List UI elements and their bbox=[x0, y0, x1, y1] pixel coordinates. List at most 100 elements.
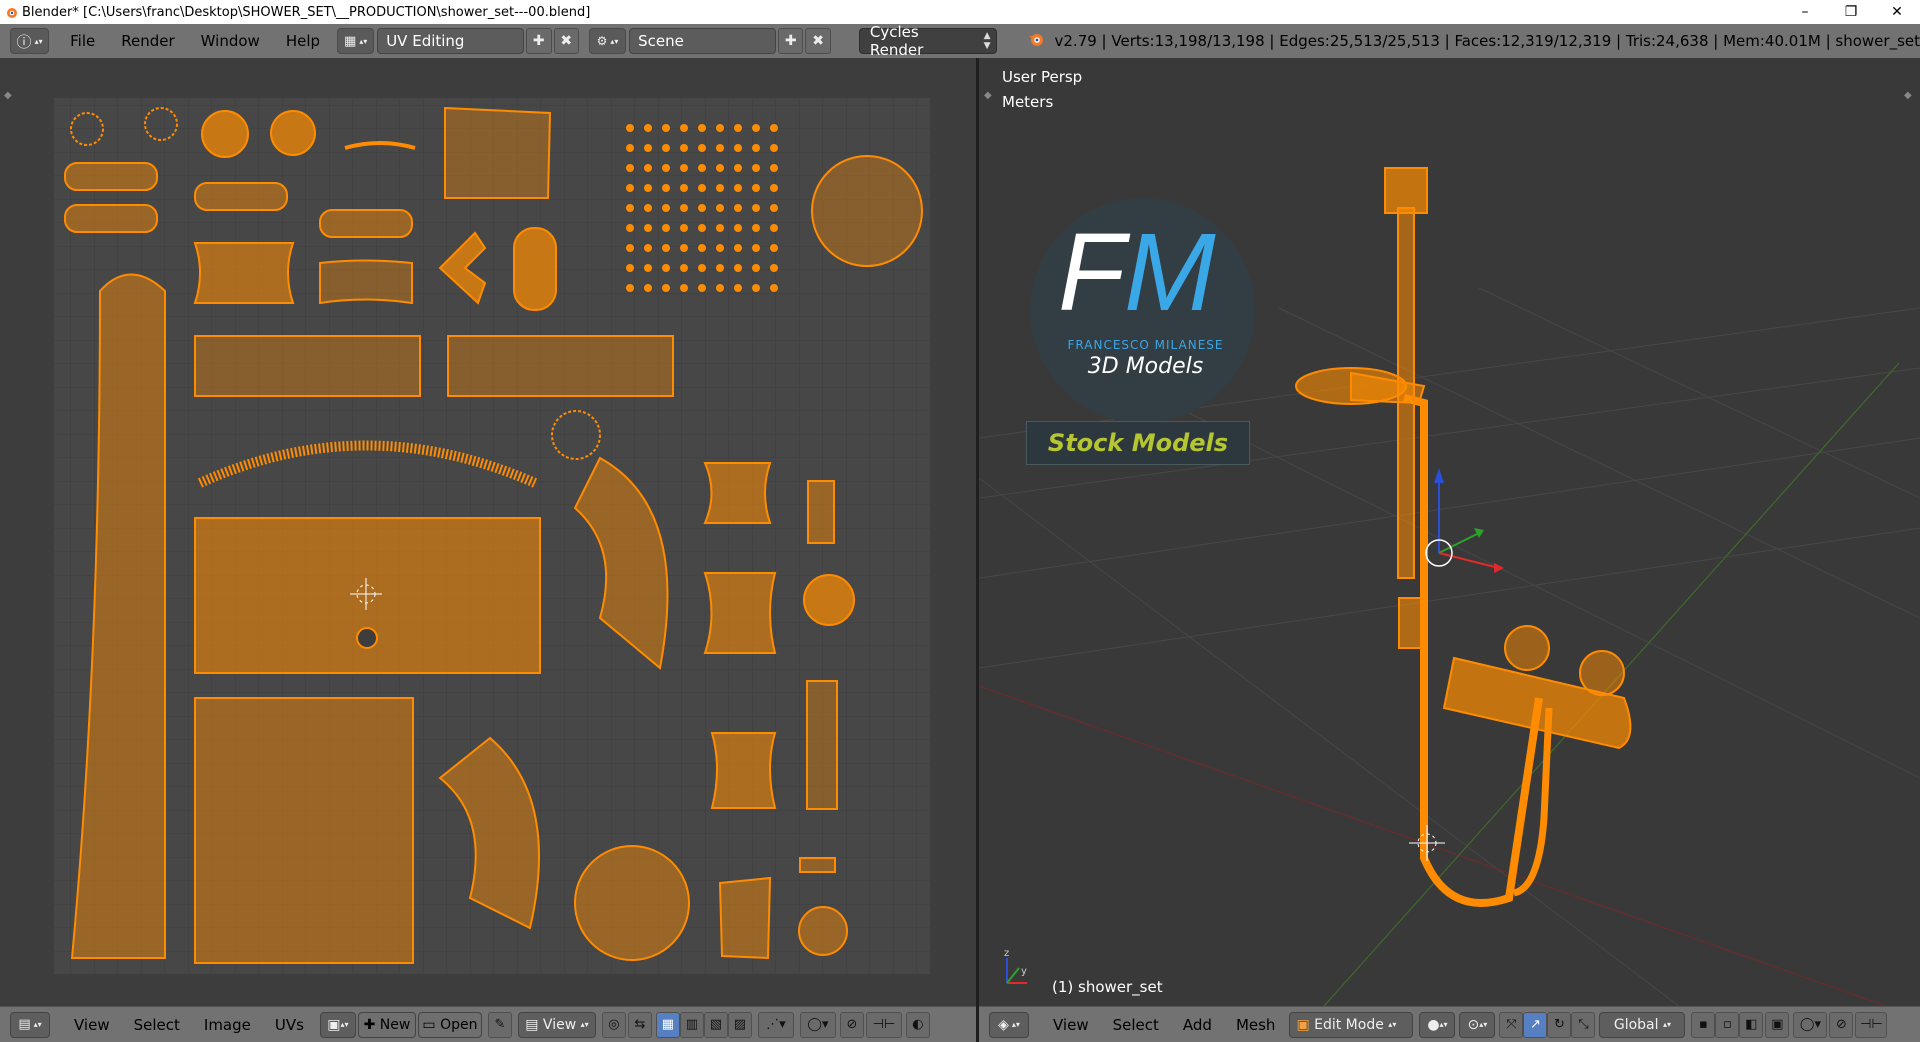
blender-logo-icon bbox=[0, 1, 22, 23]
solid-shading-icon: ● bbox=[1427, 1016, 1440, 1033]
mode-label: Edit Mode bbox=[1314, 1016, 1384, 1033]
view-mode-label: View bbox=[542, 1016, 577, 1033]
snap-toggle-icon[interactable]: ⊘ bbox=[1829, 1011, 1854, 1038]
uv-menu-image[interactable]: Image bbox=[192, 1016, 263, 1034]
limit-selection-icon[interactable]: ▣ bbox=[1765, 1011, 1790, 1038]
add-scene-button[interactable]: ✚ bbox=[777, 28, 804, 54]
new-image-label: New bbox=[379, 1016, 411, 1033]
scene-icon: ⚙ bbox=[596, 34, 608, 48]
snap-element-icon[interactable]: ⊣⊢ bbox=[865, 1011, 902, 1038]
translate-manipulator-icon[interactable]: ↗ bbox=[1523, 1011, 1548, 1038]
delete-scene-button[interactable]: ✖ bbox=[805, 28, 831, 54]
edge-select-mode-icon[interactable]: ▫ bbox=[1715, 1011, 1740, 1038]
uv-menu-uvs[interactable]: UVs bbox=[263, 1016, 316, 1034]
watermark-logo: F M FRANCESCO MILANESE 3D Models bbox=[1030, 198, 1255, 423]
new-image-button[interactable]: ✚ New bbox=[357, 1011, 416, 1038]
scale-manipulator-icon[interactable]: ⤡ bbox=[1571, 1011, 1596, 1038]
add-screen-button[interactable]: ✚ bbox=[526, 28, 552, 54]
editor-type-3d-button[interactable]: ◈ ▴▾ bbox=[989, 1011, 1029, 1038]
snap-icon[interactable]: ⊘ bbox=[839, 1011, 864, 1038]
3d-cursor-icon bbox=[1409, 825, 1445, 861]
snap-target-icon[interactable]: ⊣⊢ bbox=[1855, 1011, 1888, 1038]
maximize-button[interactable]: ❐ bbox=[1828, 0, 1874, 24]
logo-initial-m: M bbox=[1124, 211, 1216, 334]
scopes-icon[interactable]: ◐ bbox=[905, 1011, 930, 1038]
screen-layout-browse-button[interactable]: ▦ ▴▾ bbox=[337, 28, 375, 54]
editor-type-info-button[interactable]: ⓘ ▴▾ bbox=[10, 28, 50, 54]
pin-icon[interactable]: ✎ bbox=[487, 1011, 512, 1038]
layout-grid-icon: ▦ bbox=[343, 33, 357, 49]
x-icon: ✖ bbox=[560, 33, 573, 49]
uv-editor-header: ▤ ▴▾ View Select Image UVs ▣ ▴▾ ✚ New ▭ Op… bbox=[0, 1006, 976, 1042]
scene-browse-button[interactable]: ⚙ ▴▾ bbox=[588, 28, 627, 54]
view-mode-dropdown[interactable]: ▤ View ▴▾ bbox=[517, 1011, 596, 1038]
delete-screen-button[interactable]: ✖ bbox=[553, 28, 579, 54]
open-image-button[interactable]: ▭ Open bbox=[417, 1011, 482, 1038]
view-mode-icon: ▤ bbox=[525, 1016, 539, 1033]
menu-render[interactable]: Render bbox=[108, 32, 187, 50]
island-select-icon[interactable]: ▨ bbox=[727, 1011, 752, 1038]
window-title: Blender* [C:\Users\franc\Desktop\SHOWER_… bbox=[22, 4, 591, 20]
screen-layout-field[interactable]: UV Editing bbox=[377, 28, 525, 54]
scene-field[interactable]: Scene bbox=[629, 28, 776, 54]
edge-select-icon[interactable]: ▥ bbox=[679, 1011, 704, 1038]
window-titlebar: Blender* [C:\Users\franc\Desktop\SHOWER_… bbox=[0, 0, 1920, 24]
manipulator-toggle-icon[interactable]: ⤧ bbox=[1499, 1011, 1524, 1038]
vp-menu-mesh[interactable]: Mesh bbox=[1224, 1016, 1288, 1034]
vp-menu-add[interactable]: Add bbox=[1171, 1016, 1224, 1034]
x-axis-line bbox=[979, 685, 1888, 1006]
region-toggle-icon[interactable]: ◆ bbox=[4, 90, 12, 101]
uv-dot-island bbox=[626, 124, 778, 292]
orientation-dropdown[interactable]: Global ▴▾ bbox=[1599, 1011, 1686, 1038]
uv-image-editor[interactable]: ◆ bbox=[0, 58, 977, 1006]
orientation-label: Global bbox=[1613, 1016, 1659, 1033]
uv-canvas[interactable]: ◆ bbox=[0, 58, 977, 1006]
3d-view-icon: ◈ bbox=[998, 1016, 1009, 1033]
close-button[interactable]: ✕ bbox=[1874, 0, 1920, 24]
face-select-icon[interactable]: ▧ bbox=[703, 1011, 728, 1038]
shading-dropdown[interactable]: ● ▴▾ bbox=[1419, 1011, 1456, 1038]
proportional-editing-icon[interactable]: ◯▾ bbox=[1793, 1011, 1828, 1038]
transform-manipulator-icon[interactable] bbox=[1425, 468, 1504, 573]
image-browse-button[interactable]: ▣ ▴▾ bbox=[319, 1011, 356, 1038]
x-icon: ✖ bbox=[812, 33, 825, 49]
vp-menu-select[interactable]: Select bbox=[1101, 1016, 1171, 1034]
render-engine-dropdown[interactable]: Cycles Render ▲ ▼ bbox=[858, 23, 997, 59]
shower-mesh bbox=[1295, 167, 1632, 907]
region-toggle-icon[interactable]: ◆ bbox=[984, 90, 992, 101]
logo-name: FRANCESCO MILANESE bbox=[1067, 338, 1224, 352]
stock-models-banner: Stock Models bbox=[1026, 421, 1250, 465]
viewport-header: ◈ ▴▾ View Select Add Mesh ▣ Edit Mode ▴▾ … bbox=[979, 1006, 1920, 1042]
minimize-button[interactable]: – bbox=[1782, 0, 1828, 24]
plus-icon: ✚ bbox=[363, 1016, 376, 1033]
plus-icon: ✚ bbox=[784, 33, 797, 49]
edit-mode-icon: ▣ bbox=[1296, 1016, 1310, 1033]
face-select-mode-icon[interactable]: ◧ bbox=[1739, 1011, 1764, 1038]
vertex-select-mode-icon[interactable]: ▪ bbox=[1691, 1011, 1716, 1038]
vp-menu-view[interactable]: View bbox=[1041, 1016, 1101, 1034]
proportional-edit-icon[interactable]: ◯▾ bbox=[799, 1011, 836, 1038]
menu-file[interactable]: File bbox=[57, 32, 108, 50]
rotate-manipulator-icon[interactable]: ↻ bbox=[1547, 1011, 1572, 1038]
menu-help[interactable]: Help bbox=[273, 32, 333, 50]
uv-sync-icon[interactable]: ⇆ bbox=[627, 1011, 652, 1038]
3d-viewport[interactable]: User Persp Meters ◆ ◆ z y F M FRANCESCO … bbox=[979, 58, 1920, 1006]
pivot-dropdown[interactable]: ⊙ ▴▾ bbox=[1459, 1011, 1496, 1038]
scene-statistics: v2.79 | Verts:13,198/13,198 | Edges:25,5… bbox=[1054, 32, 1920, 50]
uv-menu-select[interactable]: Select bbox=[122, 1016, 192, 1034]
mode-dropdown[interactable]: ▣ Edit Mode ▴▾ bbox=[1289, 1011, 1414, 1038]
sticky-mode-icon[interactable]: ⋰▾ bbox=[757, 1011, 794, 1038]
scene-name: Scene bbox=[638, 32, 684, 50]
render-engine-value: Cycles Render bbox=[869, 23, 924, 59]
image-icon: ▣ bbox=[327, 1016, 341, 1033]
region-toggle-icon[interactable]: ◆ bbox=[1904, 90, 1912, 101]
pivot-icon[interactable]: ◎ bbox=[601, 1011, 626, 1038]
image-editor-icon: ▤ bbox=[18, 1017, 31, 1032]
uv-menu-view[interactable]: View bbox=[62, 1016, 122, 1034]
editor-type-uv-button[interactable]: ▤ ▴▾ bbox=[10, 1011, 50, 1038]
blender-logo-icon bbox=[1027, 30, 1045, 52]
vertex-select-icon[interactable]: ▦ bbox=[655, 1011, 680, 1038]
logo-tagline: 3D Models bbox=[1087, 354, 1204, 379]
menu-window[interactable]: Window bbox=[188, 32, 273, 50]
open-image-label: Open bbox=[440, 1016, 478, 1033]
